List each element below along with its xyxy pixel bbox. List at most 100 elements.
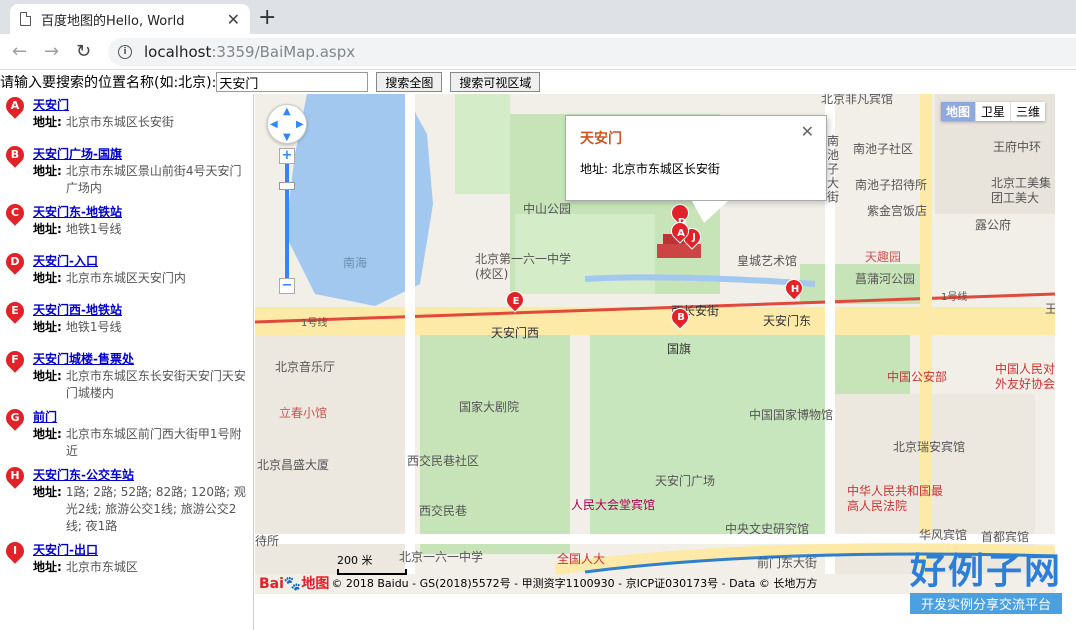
map-label-xijiaomx: 西交民巷 [419,504,468,518]
result-item[interactable]: B 天安门广场-国旗 地址: 北京市东城区景山前街4号天安门广场内 [0,142,253,201]
map-label-school2: 北京一六一中学 [399,550,484,564]
result-item[interactable]: E 天安门西-地铁站 地址: 地铁1号线 [0,298,253,348]
result-title-link[interactable]: 天安门 [33,97,249,114]
info-window: 天安门 地址: 北京市东城区长安街 ✕ [565,115,827,201]
watermark-sub: 开发实例分享交流平台 [909,593,1062,614]
reload-icon[interactable]: ↻ [76,41,91,62]
url-host: localhost [144,43,212,61]
map-label-theater: 国家大剧院 [459,400,520,414]
info-window-address: 地址: 北京市东城区长安街 [580,162,720,176]
result-item[interactable]: I 天安门-出口 地址: 北京市东城区 [0,538,253,588]
result-address: 地址: 北京市东城区前门西大街甲1号附近 [33,427,242,458]
result-address: 地址: 北京市东城区天安门内 [33,271,186,285]
map-type-satellite[interactable]: 卫星 [974,102,1010,121]
map-label-guoqi: 国旗 [667,342,692,356]
watermark-main: 好例子网 [909,550,1062,592]
result-address: 地址: 北京市东城区景山前街4号天安门广场内 [33,164,242,195]
result-address: 地址: 北京市东城区 [33,560,138,574]
map-label-huafeng: 华风宾馆 [919,528,968,542]
map-label-youxie: 中国人民对外友好协会 [995,362,1055,391]
info-window-title: 天安门 [580,131,622,147]
search-all-button[interactable]: 搜索全图 [376,72,443,92]
site-watermark: 好例子网 开发实例分享交流平台 [909,550,1062,614]
baidu-logo[interactable]: Bai🐾地图 [259,573,329,593]
map-label-renda-bg: 人民大会堂宾馆 [571,498,656,512]
map-marker-a-label: A [677,228,685,239]
map-label-nanchizi-zhaodai: 南池子招待所 [855,178,928,192]
forward-icon[interactable]: → [44,41,59,62]
search-input[interactable] [216,72,369,92]
pan-up-icon[interactable]: ▲ [283,106,291,117]
result-address: 地址: 北京市东城区东长安街天安门天安门城楼内 [33,369,246,400]
map-label-tamd: 天安门东 [763,314,812,328]
result-address: 地址: 1路; 2路; 52路; 82路; 120路; 观光2线; 旅游公交1线;… [33,485,246,533]
result-address: 地址: 地铁1号线 [33,320,122,334]
results-panel: A 天安门 地址: 北京市东城区长安街 B 天安门广场-国旗 地址: 北京市东城区景山前街4号… [0,94,254,630]
map-label-gongmei: 北京工美集团工美大 [991,176,1052,205]
pan-left-icon[interactable]: ◀ [270,119,278,130]
info-window-pointer [692,201,728,223]
search-visible-button[interactable]: 搜索可视区域 [450,72,541,92]
result-item[interactable]: A 天安门 地址: 北京市东城区长安街 [0,94,253,143]
map-label-daitang: 待所 [255,534,280,548]
result-title-link[interactable]: 天安门东-公交车站 [33,467,249,484]
map-label-changpu: 菖蒲河公园 [855,272,916,286]
result-item[interactable]: D 天安门-入口 地址: 北京市东城区天安门内 [0,249,253,299]
info-icon[interactable]: i [118,45,132,59]
map-pan-control[interactable]: ▲ ▼ ◀ ▶ [267,104,307,144]
map-label-school: 北京第一六一中学(校区) [475,252,572,281]
pan-right-icon[interactable]: ▶ [296,119,304,130]
info-window-close-icon[interactable]: ✕ [801,122,814,141]
close-tab-icon[interactable]: ✕ [227,10,240,29]
search-bar: 请输入要搜索的位置名称(如:北京): 搜索全图 搜索可视区域 [0,71,1076,93]
search-label: 请输入要搜索的位置名称(如:北京): [0,75,217,91]
back-icon[interactable]: ← [12,41,27,62]
map-label-zijin: 紫金宫饭店 [867,204,928,218]
result-title-link[interactable]: 天安门-出口 [33,542,249,559]
zoom-out-button[interactable]: − [279,278,295,294]
map-label-ruian: 北京瑞安宾馆 [893,440,966,454]
map-canvas[interactable]: 南海 中山公园 北京第一六一中学(校区) 西长安街 天安门西 天安门东 国旗 1… [255,94,1055,594]
zoom-slider-handle[interactable] [279,182,295,190]
result-title-link[interactable]: 天安门东-地铁站 [33,204,249,221]
result-item[interactable]: H 天安门东-公交车站 地址: 1路; 2路; 52路; 82路; 120路; 观光2… [0,463,253,539]
new-tab-icon[interactable]: + [258,5,276,30]
map-label-zhongyang: 中央文史研究馆 [725,522,810,536]
map-label-zhongshan: 中山公园 [523,202,572,216]
map-label-changping: 北京昌盛大厦 [257,458,330,472]
map-type-map[interactable]: 地图 [940,102,975,121]
result-marker-letter: H [10,469,20,482]
result-marker-letter: I [12,544,18,557]
address-bar[interactable]: i localhost:3359/BaiMap.aspx [108,38,1076,66]
result-item[interactable]: F 天安门城楼-售票处 地址: 北京市东城区东长安街天安门天安门城楼内 [0,347,253,406]
tab-title: 百度地图的Hello, World [41,13,185,29]
pan-down-icon[interactable]: ▼ [283,132,291,143]
result-title-link[interactable]: 前门 [33,409,249,426]
map-type-3d[interactable]: 三维 [1009,102,1045,121]
map-label-square: 天安门广场 [655,474,716,488]
map-label-gonganbu: 中国公安部 [887,370,948,384]
result-address: 地址: 地铁1号线 [33,222,122,236]
map-label-tianqu: 天趣园 [865,250,902,264]
tab-strip: 百度地图的Hello, World ✕ + [0,0,1076,34]
browser-tab[interactable]: 百度地图的Hello, World ✕ [10,4,250,34]
result-title-link[interactable]: 天安门西-地铁站 [33,302,249,319]
map-label-feichang: 北京非凡宾馆 [821,94,894,106]
zoom-in-button[interactable]: + [279,148,295,164]
result-marker-letter: B [10,148,20,161]
result-title-link[interactable]: 天安门-入口 [33,253,249,270]
map-label-tamx: 天安门西 [491,326,540,340]
map-label-qianmen: 前门东大街 [757,556,818,570]
map-label-music: 北京音乐厅 [275,360,336,374]
result-item[interactable]: G 前门 地址: 北京市东城区前门西大街甲1号附近 [0,405,253,464]
map-label-ruirui: 露公府 [975,218,1012,232]
map-label-shoudu: 首都宾馆 [981,530,1030,544]
map-label-huangcheng: 皇城艺术馆 [737,254,798,268]
result-title-link[interactable]: 天安门广场-国旗 [33,146,249,163]
map-label-xijiao: 西交民巷社区 [407,454,480,468]
result-item[interactable]: C 天安门东-地铁站 地址: 地铁1号线 [0,200,253,250]
map-label-nanchi-dajie: 南池子大街 [827,134,840,204]
url-path: :3359/BaiMap.aspx [211,43,356,61]
result-title-link[interactable]: 天安门城楼-售票处 [33,351,249,368]
map-type-switch: 地图 卫星 三维 [940,102,1045,121]
